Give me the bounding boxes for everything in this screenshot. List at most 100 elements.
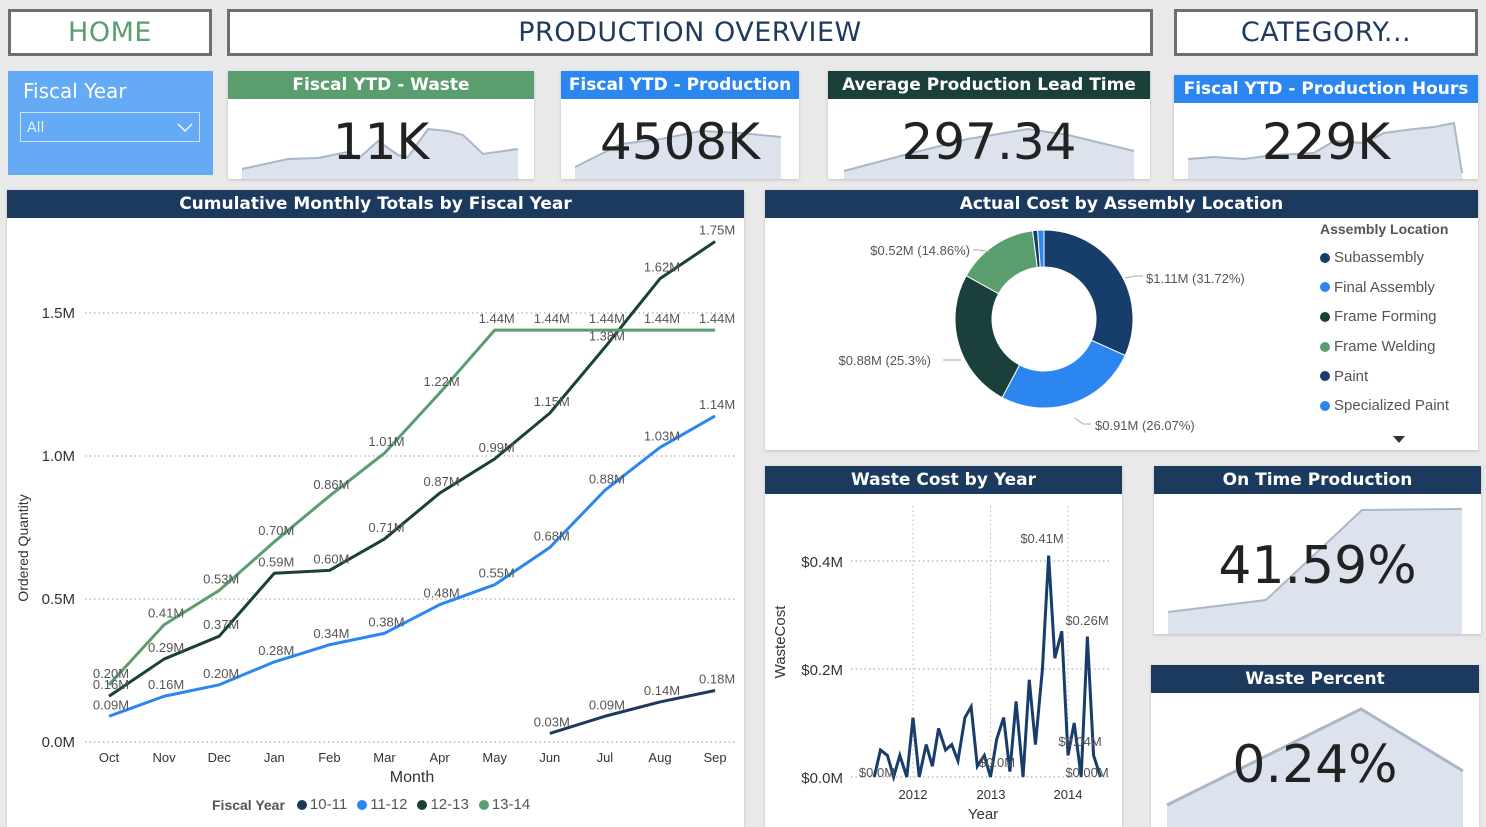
data-label: 0.41M (148, 606, 184, 621)
legend-dot-icon (1320, 282, 1330, 293)
legend-scroll-down-icon[interactable] (1392, 429, 1406, 448)
page-title: PRODUCTION OVERVIEW (518, 17, 862, 48)
data-label: 0.09M (93, 697, 129, 712)
data-label: 1.44M (534, 311, 570, 326)
data-label: 0.88M (589, 471, 625, 486)
series-line-10-11 (549, 689, 716, 735)
donut-label: $0.88M (25.3%) (839, 353, 932, 368)
kpi-ytd-waste: Fiscal YTD - Waste 11K (228, 71, 534, 179)
legend-dot-icon (296, 799, 307, 810)
x-tick: May (482, 750, 507, 765)
x-tick: Oct (99, 750, 120, 765)
donut-label: $1.11M (31.72%) (1146, 271, 1245, 286)
legend-item-final-assembly[interactable]: Final Assembly (1320, 273, 1475, 303)
y-axis-label: WasteCost (772, 605, 789, 679)
data-label: 1.75M (699, 223, 735, 238)
kpi-lead-time: Average Production Lead Time 297.34 (828, 71, 1150, 179)
legend-item-12-13[interactable]: 12-13 (417, 796, 469, 813)
legend-item-frame-welding[interactable]: Frame Welding (1320, 332, 1475, 362)
data-label-zero-c: $0.00M (1065, 765, 1108, 780)
fiscal-year-slicer: Fiscal Year All (8, 71, 213, 175)
cumulative-chart-card: Cumulative Monthly Totals by Fiscal Year… (7, 190, 744, 827)
legend-dot-icon (1320, 311, 1330, 322)
x-tick: Apr (429, 750, 450, 765)
slicer-title: Fiscal Year (23, 79, 127, 103)
data-label: 0.71M (368, 520, 404, 535)
data-label: 0.29M (148, 640, 184, 655)
data-label: 0.87M (424, 474, 460, 489)
data-label: 0.28M (258, 643, 294, 658)
legend-label: Frame Forming (1334, 308, 1437, 326)
chart-legend: Fiscal Year 10-11 11-12 12-13 13-14 (212, 796, 530, 813)
data-label: 0.03M (534, 714, 570, 729)
category-button[interactable]: CATEGORY... (1174, 9, 1478, 56)
kpi-value: 4508K (599, 113, 761, 171)
legend-item-frame-forming[interactable]: Frame Forming (1320, 302, 1475, 332)
kpi-title: Average Production Lead Time (828, 71, 1150, 99)
data-label: 0.16M (148, 677, 184, 692)
data-label: 0.70M (258, 523, 294, 538)
legend-title: Assembly Location (1320, 221, 1449, 237)
kpi-production-hours: Fiscal YTD - Production Hours 229K (1174, 75, 1478, 179)
x-tick: Sep (704, 750, 727, 765)
donut-slice-subassembly[interactable] (1043, 229, 1134, 357)
data-label: 0.86M (313, 477, 349, 492)
kpi-title: Fiscal YTD - Production (561, 71, 799, 99)
y-tick: $0.4M (801, 554, 843, 571)
data-label: 1.44M (479, 311, 515, 326)
legend-dot-icon (417, 799, 428, 810)
y-tick: 1.0M (42, 448, 75, 465)
kpi-value: 297.34 (901, 113, 1077, 171)
data-label: 0.14M (644, 683, 680, 698)
dropdown-value: All (27, 120, 45, 136)
legend-item-13-14[interactable]: 13-14 (478, 796, 530, 813)
data-label: 1.38M (589, 328, 625, 343)
data-label-second: $0.26M (1065, 613, 1108, 628)
donut-chart: $1.11M (31.72%) $0.91M (26.07%) $0.88M (… (839, 229, 1245, 433)
data-label: 0.59M (258, 554, 294, 569)
data-label: 1.03M (644, 428, 680, 443)
kpi-value: 41.59% (1218, 536, 1417, 596)
x-tick: Jul (597, 750, 614, 765)
legend-dot-icon (1320, 252, 1330, 263)
legend-item-11-12[interactable]: 11-12 (357, 796, 407, 813)
x-axis-label: Month (390, 769, 434, 786)
x-tick: 2012 (899, 787, 928, 802)
legend-label: 10-11 (309, 796, 348, 813)
kpi-value: 11K (332, 113, 430, 171)
donut-chart-card: Actual Cost by Assembly Location $1.11M … (765, 190, 1478, 450)
y-tick: $0.0M (801, 770, 843, 787)
x-tick: Jun (539, 750, 560, 765)
home-button[interactable]: HOME (8, 9, 212, 56)
data-label: 1.62M (644, 260, 680, 275)
legend-label: Subassembly (1334, 249, 1425, 267)
legend-item-paint[interactable]: Paint (1320, 361, 1475, 391)
series-line-11-12 (108, 414, 716, 718)
donut-slice-final-assembly[interactable] (1001, 339, 1126, 409)
data-label-peak: $0.41M (1020, 531, 1063, 546)
legend-item-10-11[interactable]: 10-11 (296, 796, 348, 813)
legend-item-subassembly[interactable]: Subassembly (1320, 243, 1475, 273)
x-tick: Aug (648, 750, 671, 765)
legend-dot-icon (1320, 371, 1330, 382)
y-tick: $0.2M (801, 662, 843, 679)
kpi-title: Fiscal YTD - Waste (228, 71, 534, 99)
y-tick: 0.0M (42, 734, 75, 751)
series-line-13-14 (107, 328, 716, 686)
fiscal-year-dropdown[interactable]: All (20, 112, 200, 142)
category-label: CATEGORY... (1240, 17, 1412, 48)
data-label-zero: $0.0M (859, 765, 895, 780)
data-label: 1.44M (589, 311, 625, 326)
data-label-mid: $0.04M (1058, 734, 1101, 749)
donut-slice-frame-forming[interactable] (954, 275, 1021, 399)
data-label: 0.38M (368, 614, 404, 629)
data-label: 1.14M (699, 397, 735, 412)
kpi-value: 229K (1261, 113, 1391, 171)
data-label: 1.15M (534, 394, 570, 409)
page-title-button[interactable]: PRODUCTION OVERVIEW (227, 9, 1153, 56)
data-label: 0.20M (93, 666, 129, 681)
x-axis-label: Year (968, 806, 998, 823)
legend-item-specialized-paint[interactable]: Specialized Paint (1320, 391, 1475, 421)
data-label: 1.01M (368, 434, 404, 449)
kpi-ytd-production: Fiscal YTD - Production 4508K (561, 71, 799, 179)
